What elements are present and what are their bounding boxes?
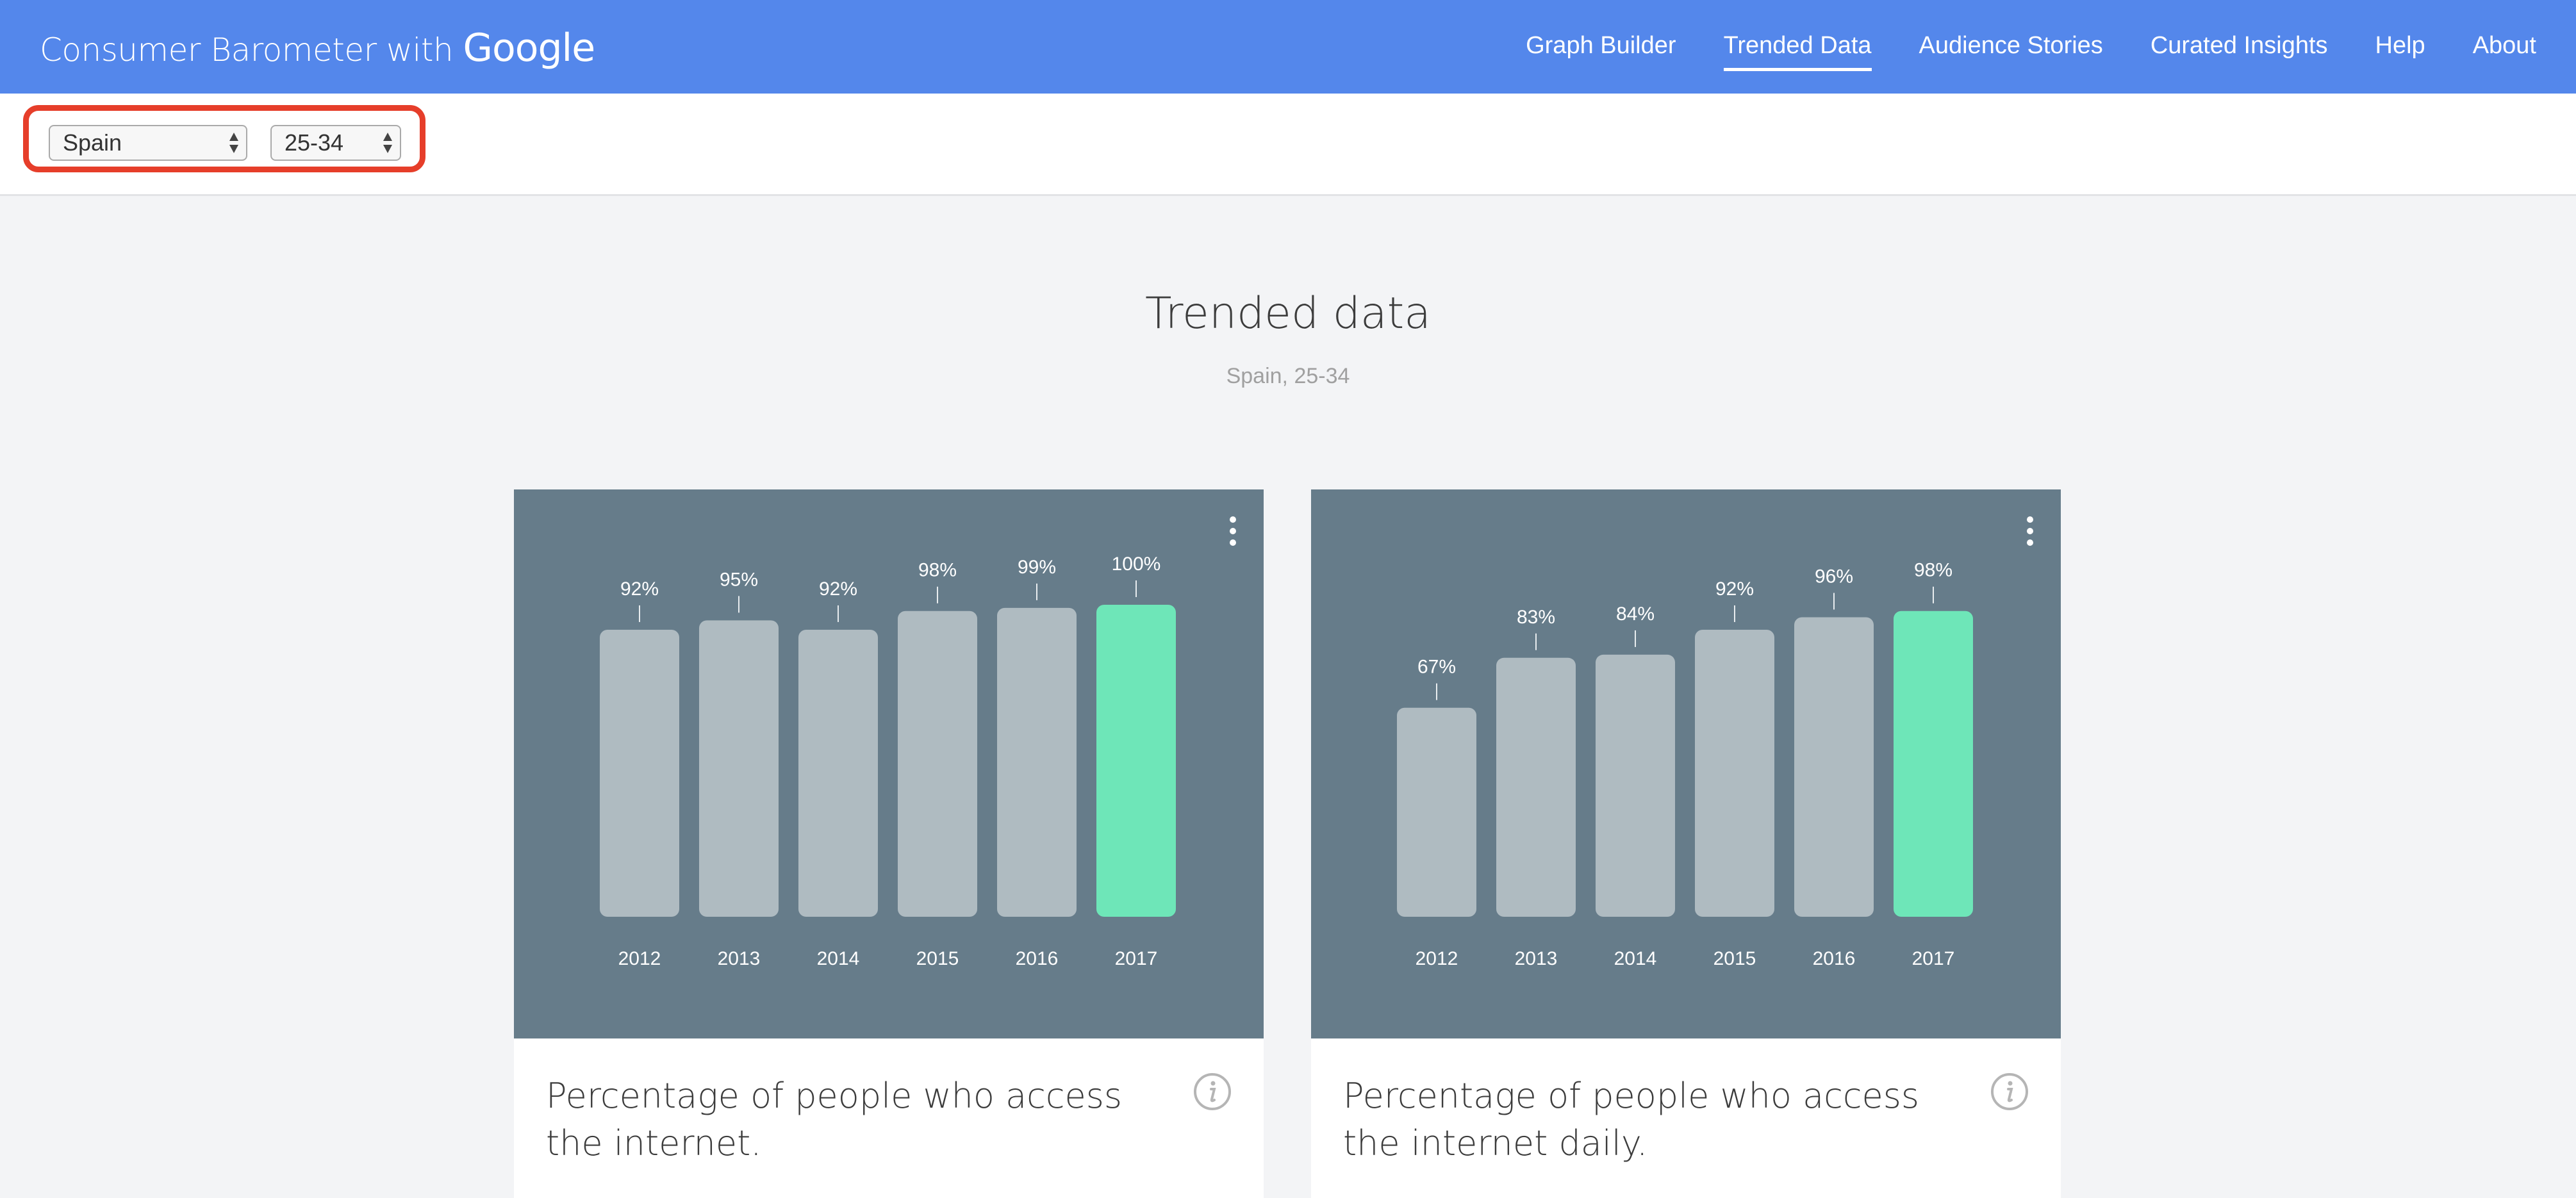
logo-brand: Google — [463, 26, 596, 70]
value-label: 96% — [1815, 566, 1853, 587]
value-label: 83% — [1517, 607, 1555, 628]
bar-2016[interactable] — [997, 607, 1077, 917]
country-select[interactable]: Spain — [49, 125, 247, 161]
bar-2014[interactable] — [798, 629, 878, 917]
select-arrows-icon — [229, 133, 238, 153]
bar-2014[interactable] — [1596, 654, 1675, 917]
x-tick-label: 2017 — [1912, 948, 1955, 969]
info-icon[interactable] — [1193, 1072, 1232, 1111]
value-label: 100% — [1112, 554, 1161, 575]
chart-area: 92% 2012 95% 2013 92% 2014 98% 2015 99% 2016 100% 2… — [514, 489, 1264, 1038]
value-label: 84% — [1616, 603, 1655, 625]
chart-card-internet-access: 92% 2012 95% 2013 92% 2014 98% 2015 99% 2016 100% 2… — [514, 489, 1264, 1198]
nav-trended-data[interactable]: Trended Data — [1723, 32, 1872, 71]
main-nav: Graph Builder Trended Data Audience Stor… — [1526, 32, 2536, 71]
value-label: 98% — [1914, 560, 1953, 581]
nav-about[interactable]: About — [2473, 32, 2536, 71]
x-tick-label: 2016 — [1813, 948, 1856, 969]
x-tick-label: 2014 — [1614, 948, 1657, 969]
site-logo[interactable]: Consumer Barometer with Google — [40, 26, 595, 70]
age-select[interactable]: 25-34 — [270, 125, 401, 161]
more-options-icon[interactable] — [1226, 515, 1239, 547]
x-tick-label: 2012 — [1416, 948, 1458, 969]
bar-2017[interactable] — [1096, 605, 1176, 917]
age-select-value: 25-34 — [285, 129, 344, 156]
bar-2012[interactable] — [1397, 707, 1476, 917]
bar-2015[interactable] — [1695, 629, 1774, 917]
bar-2012[interactable] — [600, 629, 679, 917]
logo-text: Consumer Barometer with — [40, 31, 463, 69]
value-label: 67% — [1417, 657, 1456, 678]
bar-2013[interactable] — [699, 620, 779, 917]
bar-2015[interactable] — [898, 611, 977, 917]
x-tick-label: 2015 — [1713, 948, 1756, 969]
nav-audience-stories[interactable]: Audience Stories — [1919, 32, 2103, 71]
chart-card-internet-daily: 67% 2012 83% 2013 84% 2014 92% 2015 96% 2016 98% 20… — [1311, 489, 2061, 1198]
top-header: Consumer Barometer with Google Graph Bui… — [0, 0, 2576, 94]
card-title: Percentage of people who access the inte… — [1343, 1076, 1920, 1163]
x-tick-label: 2015 — [916, 948, 959, 969]
x-tick-label: 2013 — [718, 948, 761, 969]
x-tick-label: 2017 — [1115, 948, 1158, 969]
bar-chart: 92% 2012 95% 2013 92% 2014 98% 2015 99% 2016 100% 2… — [600, 554, 1176, 969]
value-label: 92% — [620, 578, 659, 600]
value-label: 99% — [1018, 557, 1056, 578]
value-label: 92% — [819, 578, 857, 600]
page-subtitle: Spain, 25-34 — [1226, 364, 1350, 388]
x-tick-label: 2014 — [817, 948, 860, 969]
filter-bar: Spain 25-34 — [0, 94, 2576, 196]
select-arrows-icon — [383, 133, 392, 153]
chart-area: 67% 2012 83% 2013 84% 2014 92% 2015 96% 2016 98% 20… — [1311, 489, 2061, 1038]
bar-2013[interactable] — [1496, 657, 1576, 917]
x-tick-label: 2016 — [1016, 948, 1059, 969]
nav-help[interactable]: Help — [2375, 32, 2425, 71]
country-select-value: Spain — [63, 129, 122, 156]
info-icon[interactable] — [1990, 1072, 2029, 1111]
value-label: 92% — [1715, 578, 1754, 600]
x-tick-label: 2012 — [618, 948, 661, 969]
card-title: Percentage of people who access the inte… — [546, 1076, 1123, 1163]
page-title: Trended data — [1145, 288, 1431, 339]
bar-2017[interactable] — [1894, 611, 1973, 917]
nav-curated-insights[interactable]: Curated Insights — [2151, 32, 2328, 71]
bar-chart: 67% 2012 83% 2013 84% 2014 92% 2015 96% 2016 98% 20… — [1397, 560, 1973, 969]
nav-graph-builder[interactable]: Graph Builder — [1526, 32, 1676, 71]
value-label: 98% — [918, 560, 957, 581]
more-options-icon[interactable] — [2024, 515, 2036, 547]
value-label: 95% — [720, 569, 758, 590]
bar-2016[interactable] — [1794, 617, 1874, 917]
x-tick-label: 2013 — [1515, 948, 1558, 969]
